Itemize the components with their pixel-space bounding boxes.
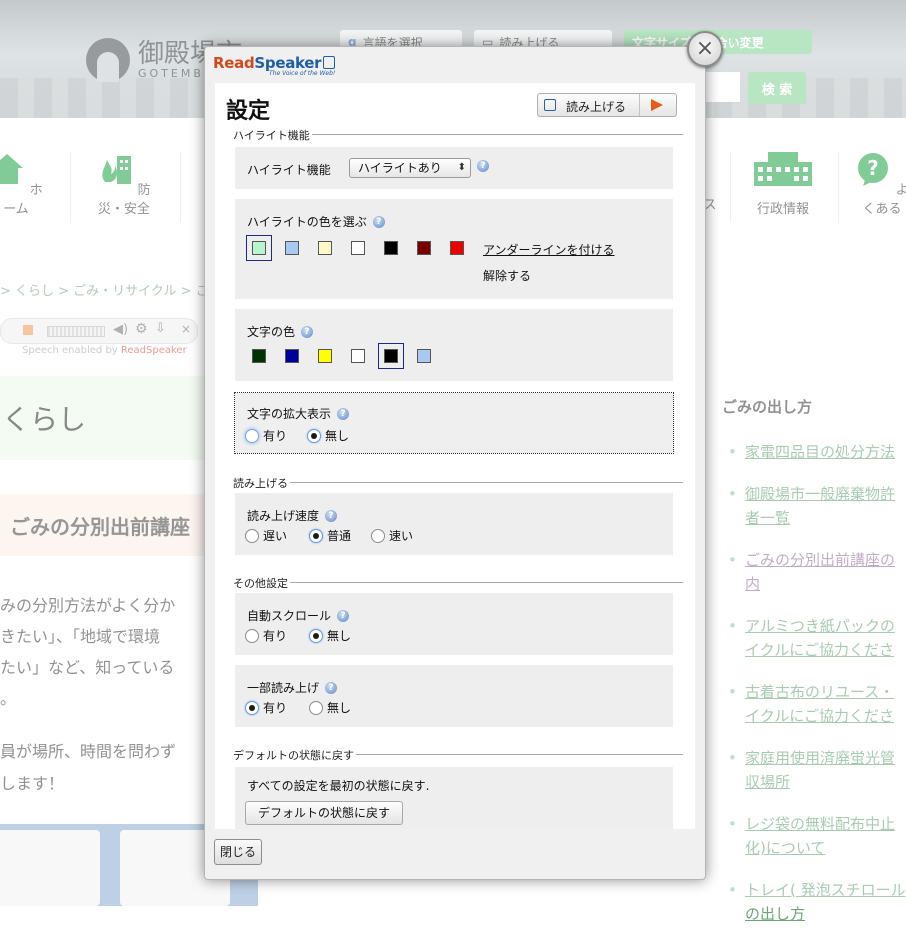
highlight-setting: ハイライト機能 ハイライトあり ? [235,147,673,189]
section-label: デフォルトの状態に戻す [229,749,356,762]
close-button[interactable]: 閉じる [214,839,262,865]
reset-button[interactable]: デフォルトの状態に戻す [245,801,403,825]
radio-circle [309,628,323,643]
radio-circle [245,428,259,443]
highlight-color-swatch[interactable] [417,241,431,255]
remove-link[interactable]: 解除する [483,267,531,284]
autoscroll-label: 自動スクロール [247,609,332,623]
zoom-off-radio[interactable]: 無し [307,427,349,444]
radio-label: 有り [263,429,288,443]
radio-circle [245,700,259,715]
speed-label: 読み上げ速度 [247,509,320,523]
speaker-icon [323,56,336,69]
radio-label: 有り [263,701,288,715]
read-aloud-button[interactable]: 読み上げる [537,93,677,117]
zoom-label: 文字の拡大表示 [247,407,332,421]
highlight-color-setting: ハイライトの色を選ぶ? アンダーラインを付ける 解除する [235,199,673,299]
partial-label: 一部読み上げ [247,681,320,695]
highlight-color-swatch[interactable] [450,241,464,255]
highlight-color-swatch[interactable] [252,241,266,255]
radio-label: 普通 [327,529,352,543]
help-icon[interactable]: ? [325,682,338,694]
readspeaker-logo: ReadSpeaker The Voice of the Web! [213,53,336,77]
speed-slow-radio[interactable]: 遅い [245,527,287,544]
highlight-color-label: ハイライトの色を選ぶ [247,215,367,229]
read-aloud-label: 読み上げる [566,100,627,114]
highlight-select[interactable]: ハイライトあり [349,158,471,178]
radio-label: 有り [263,629,288,643]
help-icon[interactable]: ? [477,160,489,172]
radio-circle [307,428,321,443]
radio-label: 無し [325,429,350,443]
radio-circle [309,700,323,715]
autoscroll-setting: 自動スクロール? 有り 無し [235,593,673,655]
brand-read: Read [213,54,255,72]
text-color-swatch[interactable] [252,349,266,363]
radio-circle [245,628,259,643]
highlight-color-swatch[interactable] [384,241,398,255]
radio-label: 無し [327,629,352,643]
text-color-swatch[interactable] [318,349,332,363]
section-label: ハイライト機能 [229,129,312,142]
section-other: その他設定 [229,575,683,590]
text-color-swatch[interactable] [285,349,299,363]
radio-circle [245,528,259,543]
close-icon[interactable]: × [687,31,723,67]
help-icon[interactable]: ? [301,326,314,338]
help-icon[interactable]: ? [337,408,350,420]
speed-setting: 読み上げ速度? 遅い 普通 速い [235,493,673,555]
radio-circle [371,528,385,543]
reset-setting: すべての設定を最初の状態に戻す. デフォルトの状態に戻す [235,767,673,829]
help-icon[interactable]: ? [325,510,338,522]
section-reading: 読み上げる [229,475,683,490]
play-icon [639,94,674,116]
zoom-on-radio[interactable]: 有り [245,427,287,444]
brand-tagline: The Voice of the Web! [269,70,336,77]
section-default: デフォルトの状態に戻す [229,747,683,762]
settings-dialog: ReadSpeaker The Voice of the Web! × 設定 読… [204,31,723,880]
highlight-color-swatch[interactable] [318,241,332,255]
partial-read-setting: 一部読み上げ? 有り 無し [235,665,673,727]
partial-on-radio[interactable]: 有り [245,699,287,716]
highlight-label: ハイライト機能 [247,163,331,177]
text-zoom-setting: 文字の拡大表示? 有り 無し [234,392,674,454]
section-label: 読み上げる [229,477,290,490]
speaker-icon [544,99,556,111]
page-title: 設定 [226,99,271,124]
highlight-color-swatch[interactable] [285,241,299,255]
autoscroll-off-radio[interactable]: 無し [309,627,351,644]
settings-panel: 設定 読み上げる ハイライト機能 ハイライト機能 ハイライトあり ? ハイライト… [215,83,695,829]
help-icon[interactable]: ? [372,216,385,228]
text-color-swatch[interactable] [351,349,365,363]
radio-label: 無し [327,701,352,715]
help-icon[interactable]: ? [337,610,350,622]
section-label: その他設定 [229,577,290,590]
text-color-setting: 文字の色? [235,309,673,381]
radio-circle [309,528,323,543]
text-color-swatch[interactable] [417,349,431,363]
speed-normal-radio[interactable]: 普通 [309,527,351,544]
speed-fast-radio[interactable]: 速い [371,527,413,544]
section-highlight: ハイライト機能 [229,127,683,142]
partial-off-radio[interactable]: 無し [309,699,351,716]
autoscroll-on-radio[interactable]: 有り [245,627,287,644]
text-color-swatch[interactable] [384,349,398,363]
radio-label: 速い [389,529,414,543]
reset-text: すべての設定を最初の状態に戻す. [247,779,430,793]
radio-label: 遅い [263,529,288,543]
highlight-color-swatch[interactable] [351,241,365,255]
text-color-label: 文字の色 [247,325,296,339]
underline-link[interactable]: アンダーラインを付ける [483,241,615,258]
